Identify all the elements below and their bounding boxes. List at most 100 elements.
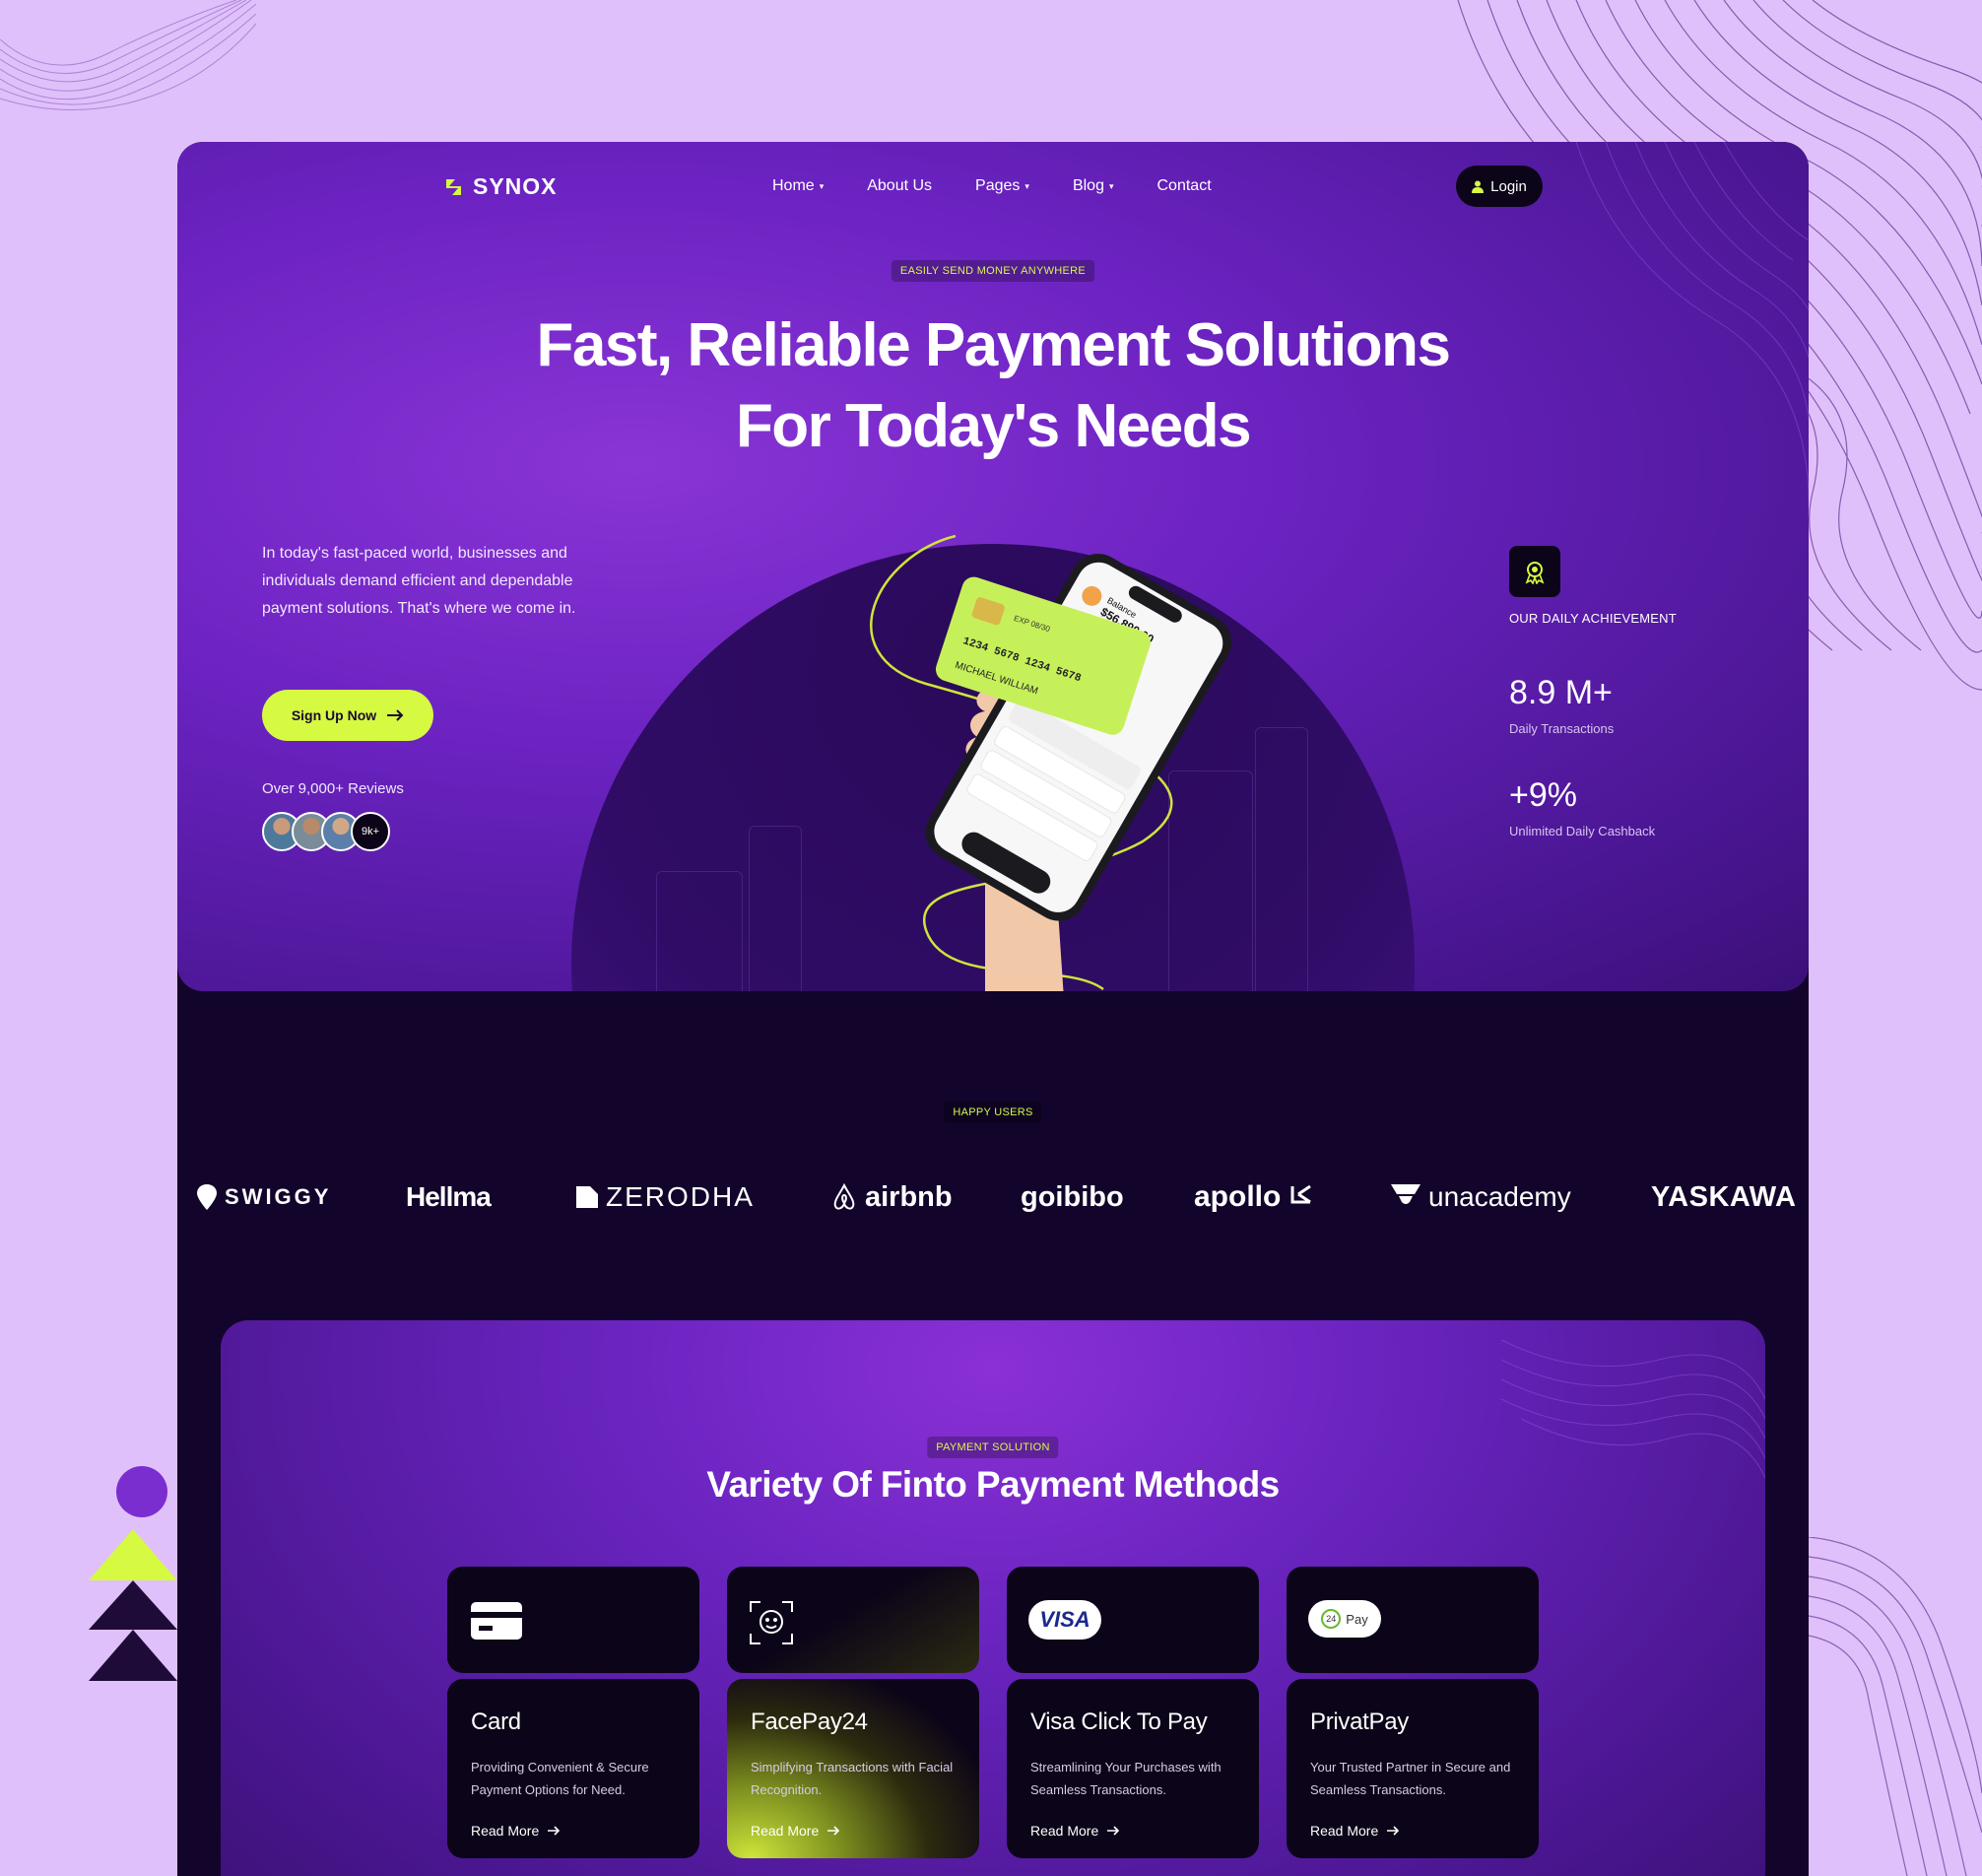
zerodha-logo-icon — [576, 1186, 598, 1208]
read-more-link[interactable]: Read More — [751, 1823, 840, 1839]
arrow-right-icon — [1387, 1826, 1400, 1836]
card-description: Your Trusted Partner in Secure and Seaml… — [1310, 1760, 1511, 1797]
read-more-label: Read More — [751, 1823, 820, 1839]
arrow-right-icon — [1107, 1826, 1120, 1836]
brand-unacademy: unacademy — [1391, 1172, 1571, 1222]
privat-pay-text: Pay — [1346, 1611, 1368, 1627]
payment-card-facepay[interactable]: FacePay24 Simplifying Transactions with … — [727, 1567, 979, 1858]
nav-pages-label: Pages — [975, 177, 1021, 194]
visa-badge-text: VISA — [1039, 1607, 1090, 1632]
brand-logos: SWIGGY Hellma ZERODHA airbnb goibibo apo… — [177, 1172, 1809, 1222]
happy-users-eyebrow: HAPPY USERS — [944, 1102, 1042, 1123]
brand-swiggy: SWIGGY — [197, 1172, 331, 1222]
deco-triangles — [89, 1529, 177, 1681]
read-more-label: Read More — [471, 1823, 540, 1839]
stat-value-transactions: 8.9 M+ — [1509, 674, 1613, 711]
card-top: 24 Pay — [1287, 1567, 1539, 1673]
credit-card-icon — [471, 1602, 522, 1640]
user-icon — [1472, 180, 1485, 193]
logo-text: SYNOX — [473, 173, 558, 199]
brand-zerodha: ZERODHA — [576, 1172, 755, 1222]
logo[interactable]: SYNOX — [443, 173, 558, 200]
unacademy-logo-icon — [1391, 1184, 1420, 1204]
brand-yaskawa: YASKAWA — [1651, 1172, 1796, 1222]
card-description: Streamlining Your Purchases with Seamles… — [1030, 1760, 1222, 1797]
card-description: Simplifying Transactions with Facial Rec… — [751, 1760, 954, 1797]
achievement-icon — [1509, 546, 1560, 597]
card-title: Visa Click To Pay — [1030, 1708, 1208, 1735]
arrow-right-icon — [827, 1826, 840, 1836]
card-top: VISA — [1007, 1567, 1259, 1673]
panel-contour-lines — [1501, 1339, 1765, 1478]
payment-card-privatpay[interactable]: 24 Pay PrivatPay Your Trusted Partner in… — [1287, 1567, 1539, 1858]
landing-page: SYNOX Home ▾ About Us Pages ▾ Blog ▾ Contac… — [177, 142, 1809, 1876]
nav-links: Home ▾ About Us Pages ▾ Blog ▾ Contact — [772, 177, 1212, 195]
card-body: Card Providing Convenient & Secure Payme… — [447, 1679, 699, 1858]
contour-lines-top-left — [0, 0, 256, 111]
reviews-label: Over 9,000+ Reviews — [262, 780, 404, 797]
hero-description: In today's fast-paced world, businesses … — [262, 545, 576, 617]
avatar-more: 9k+ — [351, 812, 390, 851]
review-avatars: 9k+ — [262, 812, 390, 851]
brand-yaskawa-text: YASKAWA — [1651, 1180, 1797, 1213]
hero-title-line1: Fast, Reliable Payment Solutions — [536, 311, 1451, 379]
read-more-label: Read More — [1310, 1823, 1379, 1839]
sign-up-label: Sign Up Now — [291, 707, 377, 723]
payment-eyebrow: PAYMENT SOLUTION — [927, 1437, 1059, 1458]
nav-home[interactable]: Home ▾ — [772, 177, 824, 195]
card-body: FacePay24 Simplifying Transactions with … — [727, 1679, 979, 1858]
brand-swiggy-text: SWIGGY — [225, 1184, 332, 1209]
brand-hellma: Hellma — [406, 1172, 492, 1222]
brand-goibibo: goibibo — [1021, 1172, 1124, 1222]
nav-about[interactable]: About Us — [867, 177, 932, 195]
payment-methods-section: PAYMENT SOLUTION Variety Of Finto Paymen… — [221, 1320, 1765, 1876]
brand-goibibo-text: goibibo — [1021, 1180, 1124, 1213]
read-more-link[interactable]: Read More — [1310, 1823, 1400, 1839]
card-description: Providing Convenient & Secure Payment Op… — [471, 1760, 649, 1797]
nav-contact-label: Contact — [1156, 177, 1212, 194]
brand-hellma-text: Hellma — [406, 1181, 492, 1212]
card-body: PrivatPay Your Trusted Partner in Secure… — [1287, 1679, 1539, 1858]
card-body: Visa Click To Pay Streamlining Your Purc… — [1007, 1679, 1259, 1858]
brand-apollo: apollo — [1194, 1172, 1314, 1222]
card-title: FacePay24 — [751, 1708, 868, 1735]
deco-circle — [116, 1466, 167, 1517]
apollo-logo-icon — [1290, 1184, 1312, 1204]
swiggy-logo-icon — [197, 1184, 217, 1210]
card-title: Card — [471, 1708, 521, 1735]
card-top — [727, 1567, 979, 1673]
login-label: Login — [1490, 177, 1527, 195]
privatpay-logo-icon: 24 Pay — [1308, 1600, 1381, 1638]
card-top — [447, 1567, 699, 1673]
read-more-link[interactable]: Read More — [1030, 1823, 1120, 1839]
brand-apollo-text: apollo — [1194, 1180, 1282, 1213]
nav-home-label: Home — [772, 177, 815, 194]
top-nav: SYNOX Home ▾ About Us Pages ▾ Blog ▾ Contac… — [177, 142, 1809, 236]
chevron-down-icon: ▾ — [819, 180, 825, 191]
hero-title-line2: For Today's Needs — [735, 392, 1252, 460]
hero-section: SYNOX Home ▾ About Us Pages ▾ Blog ▾ Contac… — [177, 142, 1809, 991]
nav-blog-label: Blog — [1072, 177, 1104, 194]
chevron-down-icon: ▾ — [1108, 180, 1114, 191]
contour-lines-bottom-right — [1809, 1537, 1982, 1876]
chevron-down-icon: ▾ — [1024, 180, 1029, 191]
card-title: PrivatPay — [1310, 1708, 1410, 1735]
airbnb-logo-icon — [833, 1183, 855, 1210]
brand-zerodha-text: ZERODHA — [606, 1181, 755, 1212]
nav-pages[interactable]: Pages ▾ — [975, 177, 1029, 195]
login-button[interactable]: Login — [1456, 166, 1543, 207]
nav-contact[interactable]: Contact — [1157, 177, 1212, 195]
visa-logo-icon: VISA — [1028, 1600, 1101, 1640]
brand-airbnb: airbnb — [831, 1172, 953, 1222]
read-more-link[interactable]: Read More — [471, 1823, 561, 1839]
payment-card-visa[interactable]: VISA Visa Click To Pay Streamlining Your… — [1007, 1567, 1259, 1858]
hero-title: Fast, Reliable Payment Solutions For Tod… — [374, 305, 1612, 467]
payment-card-card[interactable]: Card Providing Convenient & Secure Payme… — [447, 1567, 699, 1858]
nav-about-label: About Us — [867, 177, 933, 194]
hero-eyebrow: EASILY SEND MONEY ANYWHERE — [891, 260, 1095, 282]
brand-airbnb-text: airbnb — [865, 1180, 953, 1213]
sign-up-button[interactable]: Sign Up Now — [262, 690, 433, 741]
stat-caption-cashback: Unlimited Daily Cashback — [1509, 824, 1656, 838]
arrow-right-icon — [548, 1826, 561, 1836]
nav-blog[interactable]: Blog ▾ — [1073, 177, 1114, 195]
